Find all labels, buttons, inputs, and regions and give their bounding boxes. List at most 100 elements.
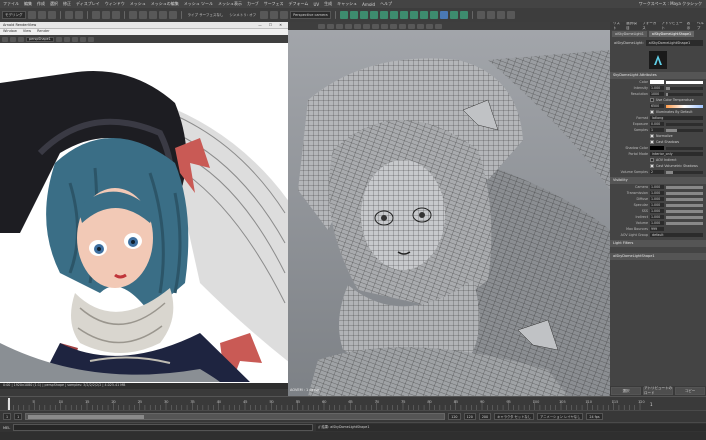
- select-object-icon[interactable]: [101, 11, 110, 19]
- shelf-bridge-icon[interactable]: [429, 11, 438, 19]
- attribute-editor-icon[interactable]: [506, 11, 515, 19]
- vp-wireframe-icon[interactable]: [372, 23, 379, 29]
- menu-surfaces[interactable]: サーフェス: [264, 1, 284, 7]
- visibility-transmission-field[interactable]: 1.000: [650, 191, 664, 195]
- command-input[interactable]: [13, 424, 314, 431]
- vp-lights-icon[interactable]: [399, 23, 406, 29]
- volume-samples-field[interactable]: 2: [650, 170, 664, 174]
- shelf-separate-icon[interactable]: [409, 11, 418, 19]
- samples-field[interactable]: 1: [650, 128, 664, 132]
- open-scene-icon[interactable]: [37, 11, 46, 19]
- new-scene-icon[interactable]: [27, 11, 36, 19]
- shelf-sphere-icon[interactable]: [349, 11, 358, 19]
- playback-start-field[interactable]: 1: [14, 413, 23, 420]
- rv-alpha-icon[interactable]: [63, 36, 70, 42]
- visibility-specular-slider[interactable]: [666, 203, 703, 207]
- undo-icon[interactable]: [64, 11, 73, 19]
- aov-indirect-checkbox[interactable]: [650, 158, 654, 162]
- snap-point-icon[interactable]: [148, 11, 157, 19]
- vp-isolate-icon[interactable]: [426, 23, 433, 29]
- live-surface-label[interactable]: ライブ サーフェスなし: [186, 13, 226, 18]
- vp-film-gate-icon[interactable]: [363, 23, 370, 29]
- vp-ao-icon[interactable]: [417, 23, 424, 29]
- render-settings-icon[interactable]: [280, 11, 289, 19]
- modeling-toolkit-icon[interactable]: [486, 11, 495, 19]
- portal-mode-dropdown[interactable]: interior_only: [650, 152, 703, 156]
- menu-edit-mesh[interactable]: メッシュの編集: [151, 1, 179, 7]
- visibility-volume-field[interactable]: 1.000: [650, 221, 664, 225]
- shelf-extrude-icon[interactable]: [449, 11, 458, 19]
- ae-menu-show[interactable]: 表示: [687, 22, 693, 31]
- resolution-field[interactable]: 1000: [650, 92, 664, 96]
- ae-menu-attributes[interactable]: アトリビュート: [662, 22, 683, 31]
- menu-mesh-tools[interactable]: メッシュ ツール: [184, 1, 213, 7]
- vp-xray-icon[interactable]: [435, 23, 442, 29]
- rv-crop-icon[interactable]: [71, 36, 78, 42]
- menu-uv[interactable]: UV: [313, 2, 319, 7]
- rv-menu-render[interactable]: Render: [37, 29, 49, 35]
- save-scene-icon[interactable]: [47, 11, 56, 19]
- shadow-color-swatch[interactable]: [650, 146, 664, 150]
- cast-volumetric-checkbox[interactable]: [650, 164, 654, 168]
- animation-end-field[interactable]: 200: [478, 413, 492, 420]
- rv-save-icon[interactable]: [87, 36, 94, 42]
- rv-render-icon[interactable]: [2, 36, 8, 42]
- shelf-cylinder-icon[interactable]: [359, 11, 368, 19]
- section-node-notes[interactable]: aiSkyDomeLightShape1: [610, 253, 706, 260]
- resolution-slider[interactable]: [666, 92, 703, 96]
- ae-select-button[interactable]: 選択: [611, 387, 641, 395]
- shadow-color-slider[interactable]: [666, 146, 703, 150]
- visibility-camera-field[interactable]: 1.000: [650, 185, 664, 189]
- playback-end-field[interactable]: 120: [448, 413, 461, 420]
- menu-help[interactable]: ヘルプ: [380, 1, 392, 7]
- shelf-combine-icon[interactable]: [399, 11, 408, 19]
- vp-shadows-icon[interactable]: [408, 23, 415, 29]
- section-visibility[interactable]: Visibility: [610, 177, 706, 184]
- max-bounces-field[interactable]: 999: [650, 227, 664, 231]
- shelf-smooth-icon[interactable]: [419, 11, 428, 19]
- vp-grid-icon[interactable]: [354, 23, 361, 29]
- menu-modify[interactable]: 修正: [63, 1, 71, 7]
- render-frame-icon[interactable]: [260, 11, 269, 19]
- menu-edit[interactable]: 編集: [24, 1, 32, 7]
- shelf-tools-icon[interactable]: [476, 11, 485, 19]
- ae-menu-help[interactable]: ヘルプ: [697, 22, 706, 31]
- visibility-camera-slider[interactable]: [666, 185, 703, 189]
- visibility-sss-slider[interactable]: [666, 209, 703, 213]
- shelf-disc-icon[interactable]: [389, 11, 398, 19]
- rv-snapshot-icon[interactable]: [79, 36, 86, 42]
- shelf-light-icon[interactable]: [439, 11, 448, 19]
- visibility-indirect-field[interactable]: 1.000: [650, 215, 664, 219]
- snap-grid-icon[interactable]: [128, 11, 137, 19]
- vp-select-camera-icon[interactable]: [318, 23, 325, 29]
- visibility-diffuse-field[interactable]: 1.000: [650, 197, 664, 201]
- mode-selector[interactable]: モデリング: [2, 11, 26, 19]
- vp-textured-icon[interactable]: [390, 23, 397, 29]
- workspace-selector[interactable]: ワークスペース : Maya クラシック: [639, 1, 706, 7]
- visibility-transmission-slider[interactable]: [666, 191, 703, 195]
- temperature-field[interactable]: 6500: [650, 104, 664, 108]
- temperature-slider[interactable]: [666, 104, 703, 108]
- redo-icon[interactable]: [74, 11, 83, 19]
- snap-view-icon[interactable]: [158, 11, 167, 19]
- ae-load-attributes-button[interactable]: アトリビュートのロード: [643, 386, 673, 395]
- menu-curves[interactable]: カーブ: [247, 1, 259, 7]
- illuminates-by-default-checkbox[interactable]: [650, 110, 654, 114]
- menu-deform[interactable]: デフォーム: [289, 1, 309, 7]
- range-slider-handle[interactable]: [28, 415, 145, 419]
- vp-smooth-shade-icon[interactable]: [381, 23, 388, 29]
- format-dropdown[interactable]: latlong: [650, 116, 703, 120]
- rv-menu-window[interactable]: Window: [3, 29, 17, 35]
- menu-cache[interactable]: キャッシュ: [337, 1, 357, 7]
- channel-box-icon[interactable]: [496, 11, 505, 19]
- node-tab-shape[interactable]: aiSkyDomeLightShape1: [648, 31, 695, 37]
- shelf-bevel-icon[interactable]: [459, 11, 468, 19]
- node-tab-transform[interactable]: aiSkyDomeLight1: [612, 31, 647, 37]
- range-end-field[interactable]: 120: [463, 413, 476, 420]
- rv-menu-view[interactable]: View: [23, 29, 31, 35]
- range-start-field[interactable]: 1: [3, 413, 12, 420]
- section-light-filters[interactable]: Light Filters: [610, 240, 706, 247]
- shelf-torus-icon[interactable]: [379, 11, 388, 19]
- node-name-field[interactable]: aiSkyDomeLightShape1: [645, 40, 703, 46]
- vp-bookmark-icon[interactable]: [336, 23, 343, 29]
